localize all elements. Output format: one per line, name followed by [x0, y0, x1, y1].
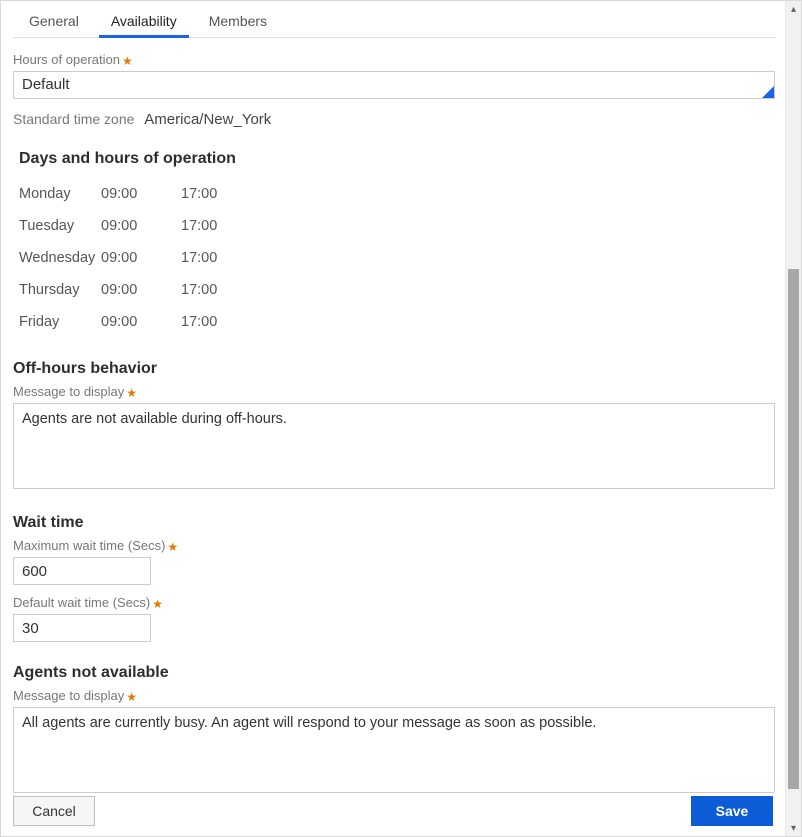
schedule-end: 17:00 [181, 250, 241, 266]
schedule-start: 09:00 [101, 282, 181, 298]
schedule-row: Friday09:0017:00 [19, 306, 775, 338]
required-star-icon: ★ [126, 386, 137, 400]
default-wait-input[interactable] [13, 614, 151, 642]
cancel-button[interactable]: Cancel [13, 796, 95, 826]
schedule-day: Wednesday [19, 250, 101, 266]
schedule-start: 09:00 [101, 250, 181, 266]
schedule-day: Friday [19, 314, 101, 330]
schedule-day: Tuesday [19, 218, 101, 234]
required-star-icon: ★ [167, 540, 178, 554]
required-star-icon: ★ [126, 690, 137, 704]
schedule-day: Thursday [19, 282, 101, 298]
tab-availability[interactable]: Availability [95, 7, 193, 37]
schedule-row: Tuesday09:0017:00 [19, 210, 775, 242]
tab-general[interactable]: General [13, 7, 95, 37]
schedule-end: 17:00 [181, 186, 241, 202]
default-wait-label: Default wait time (Secs) [13, 595, 150, 610]
scroll-thumb[interactable] [788, 269, 799, 789]
scroll-down-icon[interactable]: ▾ [786, 820, 801, 836]
timezone-row: Standard time zone America/New_York [13, 111, 775, 128]
save-button[interactable]: Save [691, 796, 773, 826]
schedule-table: Monday09:0017:00Tuesday09:0017:00Wednesd… [19, 178, 775, 338]
schedule-row: Wednesday09:0017:00 [19, 242, 775, 274]
schedule-end: 17:00 [181, 314, 241, 330]
schedule-heading: Days and hours of operation [19, 150, 775, 168]
hours-of-operation-select[interactable]: Default [13, 71, 775, 99]
required-star-icon: ★ [122, 54, 133, 68]
dropdown-corner-icon [762, 86, 774, 98]
wait-time-heading: Wait time [13, 514, 775, 532]
content-area: General Availability Members Hours of op… [1, 1, 785, 836]
schedule-row: Thursday09:0017:00 [19, 274, 775, 306]
schedule-row: Monday09:0017:00 [19, 178, 775, 210]
timezone-value: America/New_York [144, 111, 271, 128]
vertical-scrollbar[interactable]: ▴ ▾ [785, 1, 801, 836]
footer-bar: Cancel Save [13, 796, 773, 826]
agents-na-heading: Agents not available [13, 664, 775, 682]
schedule-end: 17:00 [181, 282, 241, 298]
off-hours-heading: Off-hours behavior [13, 360, 775, 378]
tab-bar: General Availability Members [13, 1, 775, 38]
scroll-up-icon[interactable]: ▴ [786, 1, 801, 17]
schedule-start: 09:00 [101, 186, 181, 202]
agents-na-message-label: Message to display [13, 688, 124, 703]
timezone-label: Standard time zone [13, 111, 134, 127]
settings-dialog: General Availability Members Hours of op… [0, 0, 802, 837]
schedule-end: 17:00 [181, 218, 241, 234]
hours-of-operation-label: Hours of operation [13, 52, 120, 67]
tab-members[interactable]: Members [193, 7, 283, 37]
max-wait-input[interactable] [13, 557, 151, 585]
required-star-icon: ★ [152, 597, 163, 611]
hours-of-operation-value: Default [22, 76, 70, 93]
off-hours-message-label: Message to display [13, 384, 124, 399]
max-wait-label: Maximum wait time (Secs) [13, 538, 165, 553]
schedule-start: 09:00 [101, 218, 181, 234]
off-hours-message-input[interactable] [13, 403, 775, 489]
agents-na-message-input[interactable] [13, 707, 775, 793]
schedule-start: 09:00 [101, 314, 181, 330]
schedule-day: Monday [19, 186, 101, 202]
